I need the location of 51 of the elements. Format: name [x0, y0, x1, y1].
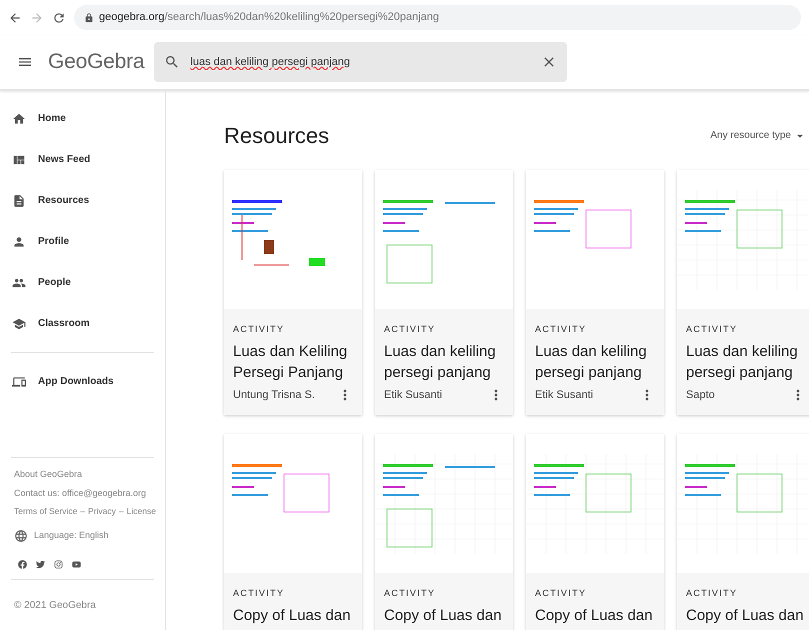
sidebar-item[interactable]: Profile: [0, 221, 165, 262]
sidebar-item[interactable]: Resources: [0, 180, 165, 221]
resource-type: ACTIVITY: [384, 323, 436, 336]
resource-card[interactable]: ACTIVITY Luas dan keliling persegi panjang Sapto: [677, 170, 809, 415]
logo[interactable]: GeoGebra: [48, 46, 144, 78]
resource-title: Luas dan keliling persegi panjang: [535, 342, 648, 382]
footer-link[interactable]: Terms of Service: [14, 505, 78, 518]
search-input[interactable]: luas dan keliling persegi panjang: [190, 54, 532, 70]
resource-card[interactable]: ACTIVITY Luas dan keliling persegi panjang Etik Susanti: [375, 170, 513, 415]
author-name: Sapto: [686, 388, 715, 402]
search-bar[interactable]: luas dan keliling persegi panjang: [154, 42, 568, 82]
resource-type: ACTIVITY: [233, 323, 286, 336]
resource-type: ACTIVITY: [233, 587, 286, 600]
footer-link[interactable]: License: [126, 505, 156, 518]
resource-card[interactable]: ACTIVITY Copy of Luas dan: [526, 434, 664, 630]
author-name: Etik Susanti: [384, 388, 442, 402]
sidebar-item[interactable]: People: [0, 262, 165, 303]
resource-type: ACTIVITY: [384, 587, 436, 600]
resource-card[interactable]: ACTIVITY Copy of Luas dan: [224, 434, 362, 630]
resource-title: Copy of Luas dan: [233, 606, 352, 626]
resource-type: ACTIVITY: [686, 587, 738, 600]
resource-type: ACTIVITY: [686, 323, 738, 336]
url-text: geogebra.org/search/luas%20dan%20keliling%20persegi%20panjang: [99, 10, 440, 26]
page-title: Resources: [224, 122, 330, 150]
sidebar-item[interactable]: App Downloads: [0, 361, 165, 402]
resource-title: Luas dan keliling persegi panjang: [686, 342, 799, 382]
contact-link[interactable]: Contact us: office@geogebra.org: [14, 486, 151, 500]
about-link[interactable]: About GeoGebra: [14, 468, 151, 482]
resource-title: Copy of Luas dan: [535, 606, 654, 626]
sidebar-item[interactable]: News Feed: [0, 139, 165, 180]
language-link[interactable]: Language: English: [34, 529, 109, 542]
sidebar-item[interactable]: Classroom: [0, 303, 165, 344]
resource-title: Copy of Luas dan: [686, 606, 805, 626]
footer-link[interactable]: Privacy: [88, 505, 116, 518]
resource-card[interactable]: ACTIVITY Luas dan keliling persegi panjang Etik Susanti: [526, 170, 664, 415]
resource-type: ACTIVITY: [535, 587, 588, 600]
resource-card[interactable]: ACTIVITY Copy of Luas dan: [677, 434, 809, 630]
separator: –: [80, 505, 86, 518]
resource-title: Copy of Luas dan: [384, 606, 503, 626]
copyright-text: © 2021 GeoGebra: [13, 598, 97, 613]
resource-title: Luas dan keliling persegi panjang: [384, 342, 497, 382]
separator: –: [118, 505, 124, 518]
resource-card[interactable]: ACTIVITY Luas dan Keliling Persegi Panjang Untung Trisna S.: [224, 170, 362, 415]
resource-type-dropdown[interactable]: Any resource type: [710, 128, 807, 143]
sidebar-item[interactable]: Home: [0, 98, 165, 139]
resource-title: Luas dan Keliling Persegi Panjang: [233, 342, 348, 382]
resource-type: ACTIVITY: [535, 323, 588, 336]
author-name: Etik Susanti: [535, 388, 594, 402]
address-bar[interactable]: geogebra.org/search/luas%20dan%20keliling%20persegi%20panjang: [74, 5, 801, 30]
resource-card[interactable]: ACTIVITY Copy of Luas dan: [375, 434, 513, 630]
author-name: Untung Trisna S.: [233, 388, 315, 402]
